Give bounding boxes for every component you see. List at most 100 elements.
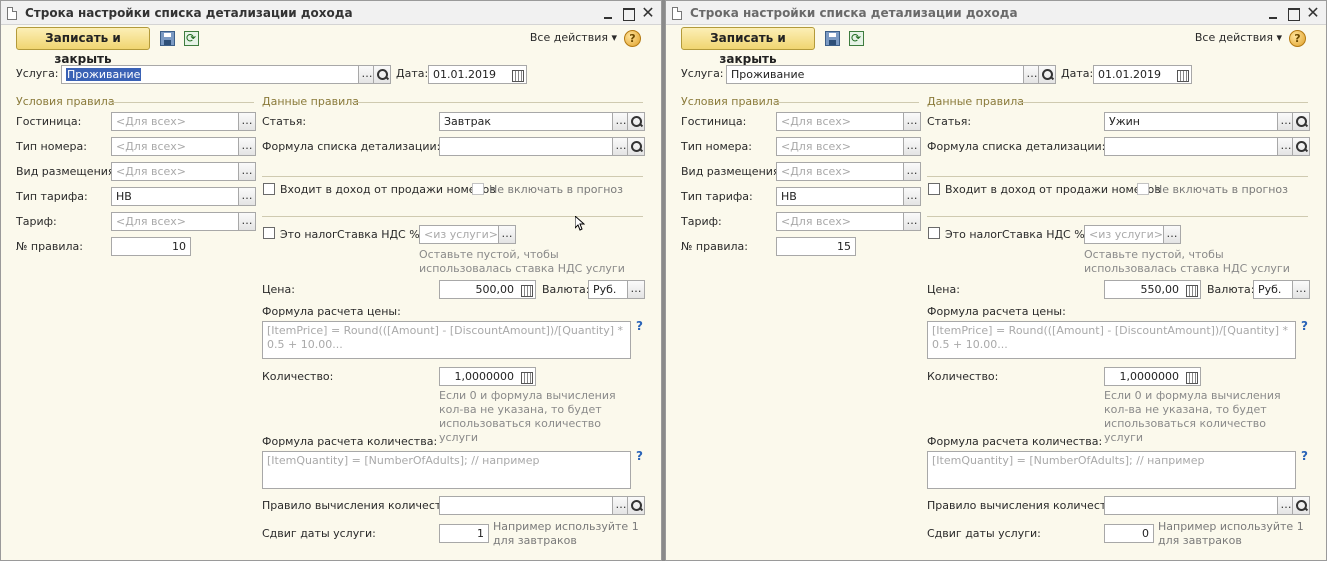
maximize-button[interactable] bbox=[619, 4, 637, 22]
currency-choose-button[interactable]: … bbox=[1292, 280, 1310, 299]
price-formula-help-icon[interactable]: ? bbox=[1301, 319, 1308, 333]
rate-field[interactable]: <Для всех> bbox=[776, 212, 904, 231]
title-bar: Строка настройки списка детализации дохо… bbox=[666, 1, 1326, 25]
room-type-choose-button[interactable]: … bbox=[903, 137, 921, 156]
date-field[interactable]: 01.01.2019 bbox=[428, 65, 510, 84]
all-actions-menu[interactable]: Все действия ▾ bbox=[1195, 31, 1282, 44]
article-label: Статья: bbox=[927, 115, 972, 128]
price-field[interactable]: 550,00 bbox=[1104, 280, 1184, 299]
search-icon[interactable] bbox=[1038, 65, 1056, 84]
article-field[interactable]: Ужин bbox=[1104, 112, 1278, 131]
price-formula-field[interactable]: [ItemPrice] = Round(([Amount] - [Discoun… bbox=[927, 321, 1296, 359]
currency-field[interactable]: Руб. bbox=[588, 280, 628, 299]
close-button[interactable]: ✕ bbox=[639, 4, 657, 22]
search-icon[interactable] bbox=[1292, 496, 1310, 515]
window-title: Строка настройки списка детализации дохо… bbox=[690, 6, 1018, 20]
hotel-field[interactable]: <Для всех> bbox=[111, 112, 239, 131]
date-label: Дата: bbox=[396, 67, 429, 80]
date-shift-note: Например используйте 1 для завтраков bbox=[493, 520, 639, 547]
quantity-formula-field[interactable]: [ItemQuantity] = [NumberOfAdults]; // на… bbox=[927, 451, 1296, 489]
room-type-choose-button[interactable]: … bbox=[238, 137, 256, 156]
help-button[interactable]: ? bbox=[1289, 30, 1306, 47]
vat-choose-button[interactable]: … bbox=[498, 225, 516, 244]
price-formula-field[interactable]: [ItemPrice] = Round(([Amount] - [Discoun… bbox=[262, 321, 631, 359]
maximize-button[interactable] bbox=[1284, 4, 1302, 22]
help-button[interactable]: ? bbox=[624, 30, 641, 47]
quantity-formula-help-icon[interactable]: ? bbox=[1301, 449, 1308, 463]
tax-checkbox[interactable] bbox=[263, 227, 275, 239]
minimize-button[interactable] bbox=[599, 4, 617, 22]
search-icon[interactable] bbox=[627, 112, 645, 131]
forecast-checkbox[interactable] bbox=[1137, 183, 1149, 195]
hotel-choose-button[interactable]: … bbox=[903, 112, 921, 131]
vat-field[interactable]: <из услуги> bbox=[1084, 225, 1164, 244]
date-shift-field[interactable]: 0 bbox=[1104, 524, 1154, 543]
save-and-close-button[interactable]: Записать и закрыть bbox=[16, 27, 150, 66]
rate-choose-button[interactable]: … bbox=[903, 212, 921, 231]
refresh-icon[interactable] bbox=[849, 31, 864, 46]
rate-type-field[interactable]: НВ bbox=[776, 187, 904, 206]
forecast-checkbox[interactable] bbox=[472, 183, 484, 195]
calculator-icon[interactable] bbox=[518, 280, 536, 299]
search-icon[interactable] bbox=[1292, 112, 1310, 131]
save-icon[interactable] bbox=[825, 31, 840, 46]
search-icon[interactable] bbox=[627, 137, 645, 156]
date-shift-field[interactable]: 1 bbox=[439, 524, 489, 543]
search-icon[interactable] bbox=[1292, 137, 1310, 156]
rate-type-choose-button[interactable]: … bbox=[903, 187, 921, 206]
detail-formula-label: Формула списка детализации: bbox=[262, 140, 441, 153]
currency-field[interactable]: Руб. bbox=[1253, 280, 1293, 299]
quantity-formula-field[interactable]: [ItemQuantity] = [NumberOfAdults]; // на… bbox=[262, 451, 631, 489]
vat-field[interactable]: <из услуги> bbox=[419, 225, 499, 244]
refresh-icon[interactable] bbox=[184, 31, 199, 46]
hotel-field[interactable]: <Для всех> bbox=[776, 112, 904, 131]
calendar-icon[interactable] bbox=[1174, 65, 1192, 84]
price-field[interactable]: 500,00 bbox=[439, 280, 519, 299]
forecast-label: Не включать в прогноз bbox=[1154, 183, 1289, 196]
price-label: Цена: bbox=[927, 283, 960, 296]
accommodation-field[interactable]: <Для всех> bbox=[776, 162, 904, 181]
quantity-field[interactable]: 1,0000000 bbox=[439, 367, 519, 386]
calculator-icon[interactable] bbox=[1183, 280, 1201, 299]
accommodation-choose-button[interactable]: … bbox=[238, 162, 256, 181]
hotel-label: Гостиница: bbox=[681, 115, 747, 128]
quantity-rule-field[interactable] bbox=[1104, 496, 1278, 515]
quantity-formula-help-icon[interactable]: ? bbox=[636, 449, 643, 463]
minimize-button[interactable] bbox=[1264, 4, 1282, 22]
rule-number-field[interactable]: 15 bbox=[776, 237, 856, 256]
calculator-icon[interactable] bbox=[1183, 367, 1201, 386]
article-field[interactable]: Завтрак bbox=[439, 112, 613, 131]
income-checkbox[interactable] bbox=[263, 183, 275, 195]
search-icon[interactable] bbox=[373, 65, 391, 84]
room-type-field[interactable]: <Для всех> bbox=[776, 137, 904, 156]
rate-choose-button[interactable]: … bbox=[238, 212, 256, 231]
currency-choose-button[interactable]: … bbox=[627, 280, 645, 299]
save-icon[interactable] bbox=[160, 31, 175, 46]
accommodation-field[interactable]: <Для всех> bbox=[111, 162, 239, 181]
hotel-choose-button[interactable]: … bbox=[238, 112, 256, 131]
close-button[interactable]: ✕ bbox=[1304, 4, 1322, 22]
room-type-field[interactable]: <Для всех> bbox=[111, 137, 239, 156]
service-field[interactable]: Проживание bbox=[61, 65, 359, 84]
income-checkbox[interactable] bbox=[928, 183, 940, 195]
vat-choose-button[interactable]: … bbox=[1163, 225, 1181, 244]
all-actions-menu[interactable]: Все действия ▾ bbox=[530, 31, 617, 44]
calendar-icon[interactable] bbox=[509, 65, 527, 84]
price-formula-help-icon[interactable]: ? bbox=[636, 319, 643, 333]
accommodation-choose-button[interactable]: … bbox=[903, 162, 921, 181]
detail-formula-field[interactable] bbox=[439, 137, 613, 156]
date-field[interactable]: 01.01.2019 bbox=[1093, 65, 1175, 84]
calculator-icon[interactable] bbox=[518, 367, 536, 386]
detail-formula-field[interactable] bbox=[1104, 137, 1278, 156]
rate-type-field[interactable]: НВ bbox=[111, 187, 239, 206]
separator bbox=[262, 216, 643, 217]
quantity-rule-field[interactable] bbox=[439, 496, 613, 515]
rate-field[interactable]: <Для всех> bbox=[111, 212, 239, 231]
save-and-close-button[interactable]: Записать и закрыть bbox=[681, 27, 815, 66]
rule-number-field[interactable]: 10 bbox=[111, 237, 191, 256]
service-field[interactable]: Проживание bbox=[726, 65, 1024, 84]
tax-checkbox[interactable] bbox=[928, 227, 940, 239]
quantity-field[interactable]: 1,0000000 bbox=[1104, 367, 1184, 386]
rate-type-choose-button[interactable]: … bbox=[238, 187, 256, 206]
search-icon[interactable] bbox=[627, 496, 645, 515]
